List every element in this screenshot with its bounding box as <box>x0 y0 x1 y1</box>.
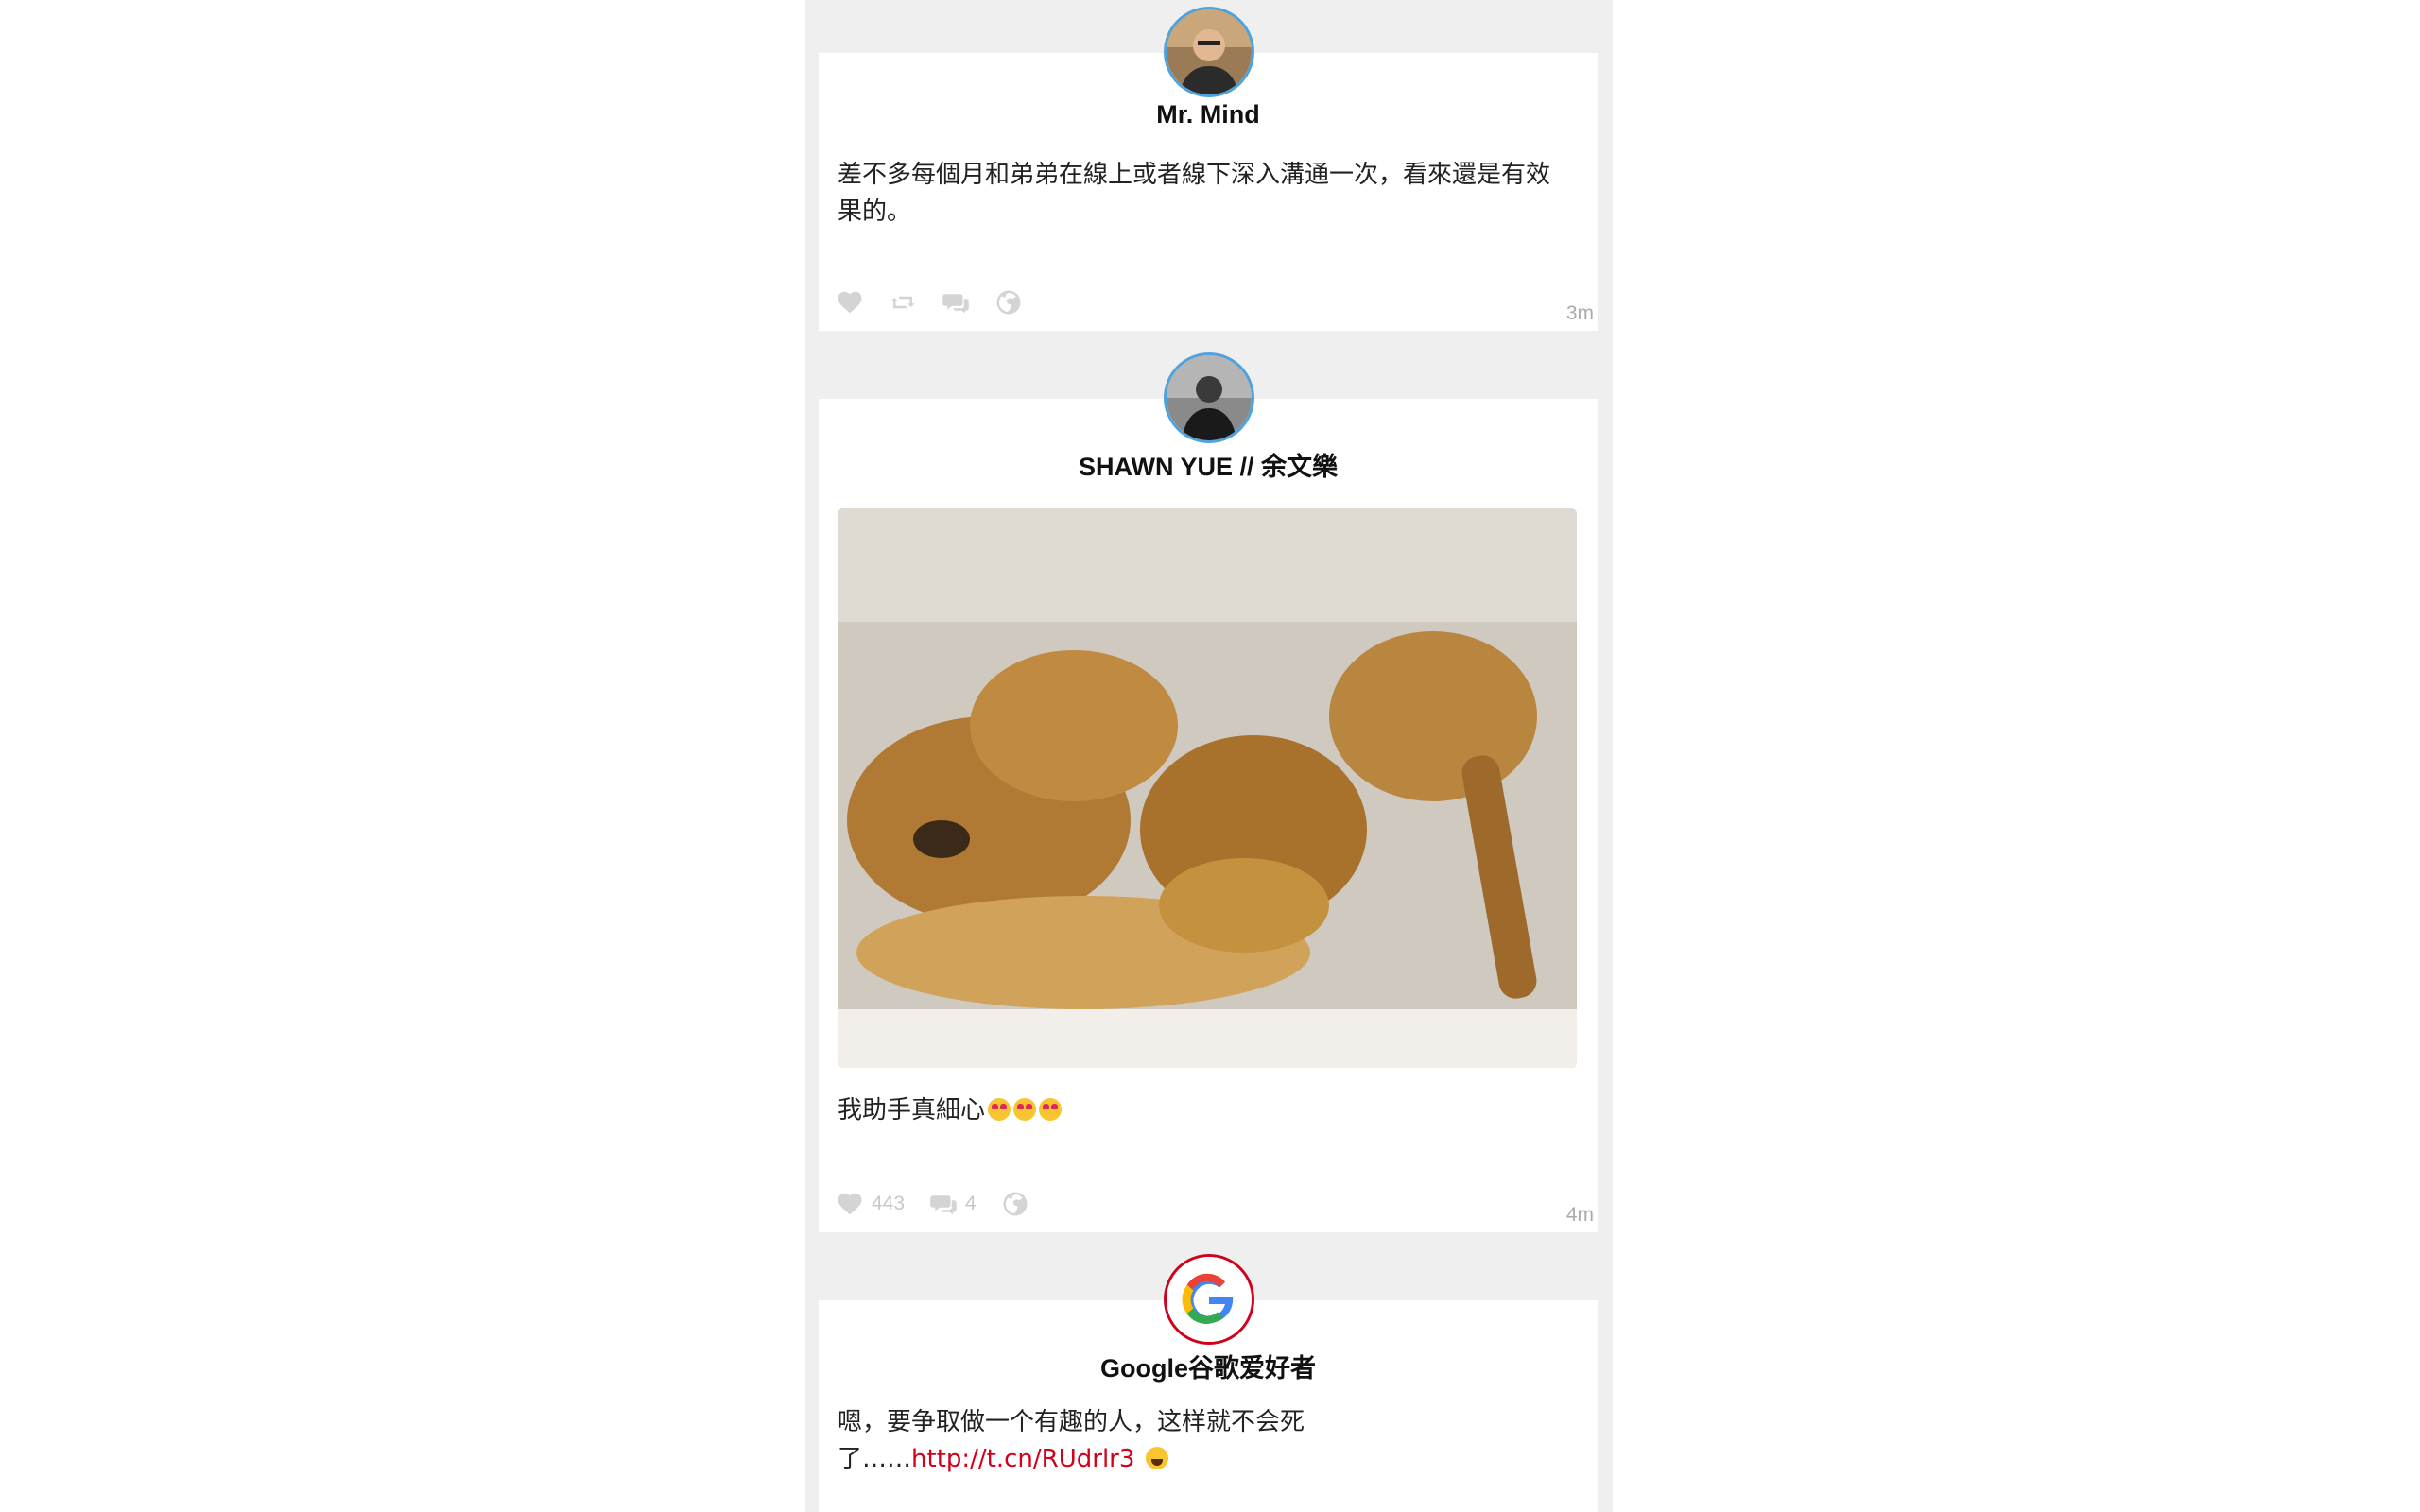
timeline-feed[interactable]: Mr. Mind 差不多每個月和弟弟在線上或者線下深入溝通一次，看來還是有效果的… <box>805 0 1613 1512</box>
globe-icon <box>1003 1192 1028 1216</box>
like-count: 443 <box>872 1193 906 1214</box>
profile-photo <box>1167 9 1252 94</box>
post-text: 差不多每個月和弟弟在線上或者線下深入溝通一次，看來還是有效果的。 <box>838 161 1551 226</box>
google-logo <box>1167 1257 1252 1342</box>
author-name[interactable]: Google谷歌爱好者 <box>819 1348 1598 1384</box>
post-actions: 443 4 <box>836 1189 1054 1219</box>
fried-chicken-photo <box>838 508 1577 1068</box>
post-text: 嗯，要争取做一个有趣的人，这样就不会死了……http://t.cn/RUdrlr… <box>838 1404 1352 1478</box>
comment-count: 4 <box>965 1193 977 1214</box>
heart-eyes-emoji-icon <box>988 1098 1011 1121</box>
comment-icon <box>930 1195 957 1215</box>
post-card[interactable]: SHAWN YUE // 余文樂 我助手真細心 443 4 4m <box>819 399 1598 1232</box>
heart-eyes-emoji-icon <box>1039 1098 1063 1121</box>
author-name[interactable]: SHAWN YUE // 余文樂 <box>819 446 1598 483</box>
profile-photo <box>1167 355 1252 440</box>
heart-icon <box>838 291 862 314</box>
avatar[interactable] <box>1164 7 1254 97</box>
avatar[interactable] <box>1164 1254 1254 1345</box>
comment-button[interactable] <box>942 288 970 317</box>
post-text-content: 我助手真細心 <box>838 1096 986 1125</box>
heart-icon <box>838 1193 862 1215</box>
post-timestamp: 3m <box>1565 302 1594 324</box>
like-button[interactable] <box>836 288 864 317</box>
post-link[interactable]: http://t.cn/RUdrlr3 <box>911 1445 1134 1473</box>
post-actions <box>836 287 1047 318</box>
comment-icon <box>942 294 969 314</box>
avatar[interactable] <box>1164 352 1254 443</box>
author-name[interactable]: Mr. Mind <box>819 100 1598 129</box>
share-button[interactable] <box>994 288 1023 317</box>
post-image[interactable] <box>838 508 1577 1068</box>
post-text: 我助手真細心 <box>838 1092 1560 1129</box>
retweet-button[interactable] <box>889 288 917 317</box>
post-timestamp: 4m <box>1565 1204 1594 1226</box>
heart-eyes-emoji-icon <box>1013 1098 1037 1121</box>
comment-button[interactable]: 4 <box>929 1190 977 1218</box>
laughing-emoji-icon <box>1145 1447 1168 1469</box>
retweet-icon <box>890 296 915 309</box>
share-button[interactable] <box>1001 1190 1029 1218</box>
globe-icon <box>996 290 1021 315</box>
like-button[interactable]: 443 <box>836 1190 905 1218</box>
